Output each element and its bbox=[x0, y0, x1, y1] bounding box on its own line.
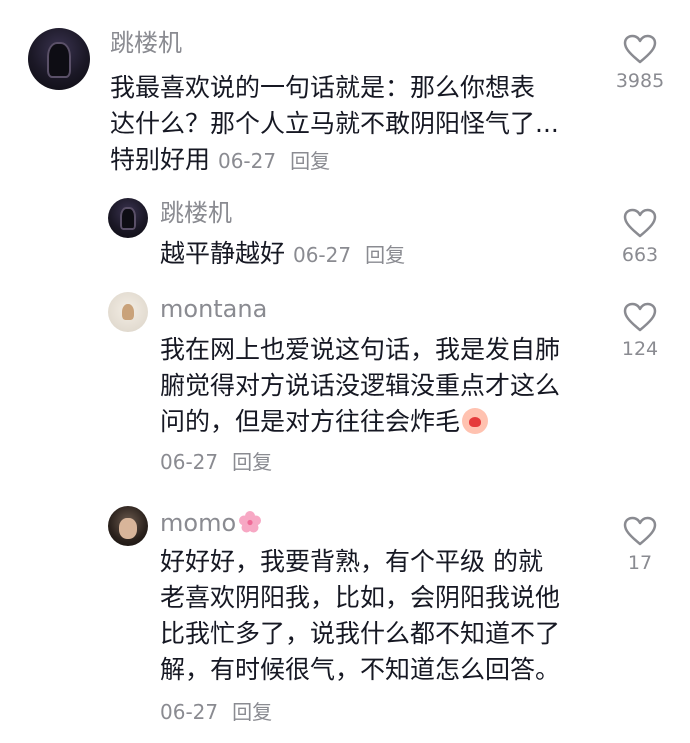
reply-button[interactable]: 回复 bbox=[232, 450, 272, 474]
crying-face-emoji bbox=[462, 408, 489, 434]
heart-outline-icon bbox=[623, 208, 657, 238]
comment-line: 腑觉得对方说话没逻辑没重点才这么 bbox=[160, 371, 561, 400]
comment-text: 越平静越好 06-27 回复 bbox=[160, 236, 405, 273]
comment-meta: 06-27 回复 bbox=[160, 444, 560, 480]
avatar[interactable] bbox=[108, 506, 148, 546]
comment-line: 我最喜欢说的一句话就是：那么你想表 bbox=[110, 73, 536, 102]
comment-username[interactable]: momo bbox=[160, 508, 262, 538]
comment-date: 06-27 bbox=[292, 243, 352, 267]
like-button[interactable]: 17 bbox=[610, 516, 670, 574]
comment-line: 问的，但是对方往往会炸毛 bbox=[160, 407, 461, 436]
comment-line: 好好好，我要背熟，有个平级 的就 bbox=[160, 547, 543, 576]
comment-meta: 06-27 回复 bbox=[293, 243, 405, 267]
like-count: 663 bbox=[621, 244, 659, 266]
like-button[interactable]: 663 bbox=[610, 208, 670, 266]
avatar[interactable] bbox=[108, 292, 148, 332]
comment-date: 06-27 bbox=[217, 149, 277, 173]
comment-date: 06-27 bbox=[160, 700, 219, 724]
comment-username[interactable]: montana bbox=[160, 294, 267, 324]
cherry-blossom-emoji bbox=[239, 511, 262, 533]
comment-last-line: 特别好用 06-27 回复 bbox=[110, 142, 559, 179]
like-button[interactable]: 3985 bbox=[610, 34, 670, 92]
comment-text: 好好好，我要背熟，有个平级 的就 老喜欢阴阳我，比如，会阴阳我说他 比我忙多了，… bbox=[160, 544, 560, 730]
comment-line: 达什么？那个人立马就不敢阴阳怪气了... bbox=[110, 109, 559, 138]
comment-line: 解，有时候很气，不知道怎么回答。 bbox=[160, 655, 561, 684]
comment-meta: 06-27 回复 bbox=[218, 149, 330, 173]
like-count: 3985 bbox=[615, 70, 665, 92]
comment-username[interactable]: 跳楼机 bbox=[160, 198, 232, 228]
comment-line: 越平静越好 bbox=[160, 239, 286, 268]
like-count: 17 bbox=[627, 552, 653, 574]
reply-button[interactable]: 回复 bbox=[365, 243, 405, 267]
avatar[interactable] bbox=[28, 28, 90, 90]
like-button[interactable]: 124 bbox=[610, 302, 670, 360]
comment-line: 我在网上也爱说这句话，我是发自肺 bbox=[160, 335, 561, 364]
comment-last-line: 问的，但是对方往往会炸毛 bbox=[160, 404, 560, 440]
comment-line: 比我忙多了，说我什么都不知道不了 bbox=[160, 619, 561, 648]
heart-outline-icon bbox=[623, 302, 657, 332]
comment-line: 老喜欢阴阳我，比如，会阴阳我说他 bbox=[160, 583, 561, 612]
heart-outline-icon bbox=[623, 34, 657, 64]
comment-line: 特别好用 bbox=[110, 145, 211, 174]
like-count: 124 bbox=[621, 338, 659, 360]
comment-text: 我在网上也爱说这句话，我是发自肺 腑觉得对方说话没逻辑没重点才这么 问的，但是对… bbox=[160, 332, 560, 480]
comment-username[interactable]: 跳楼机 bbox=[110, 28, 182, 58]
username-text: momo bbox=[160, 509, 237, 537]
avatar[interactable] bbox=[108, 198, 148, 238]
reply-button[interactable]: 回复 bbox=[290, 149, 330, 173]
comment-date: 06-27 bbox=[160, 450, 219, 474]
heart-outline-icon bbox=[623, 516, 657, 546]
comment-meta: 06-27 回复 bbox=[160, 694, 560, 730]
reply-button[interactable]: 回复 bbox=[232, 700, 272, 724]
comment-text: 我最喜欢说的一句话就是：那么你想表 达什么？那个人立马就不敢阴阳怪气了... 特… bbox=[110, 70, 559, 179]
